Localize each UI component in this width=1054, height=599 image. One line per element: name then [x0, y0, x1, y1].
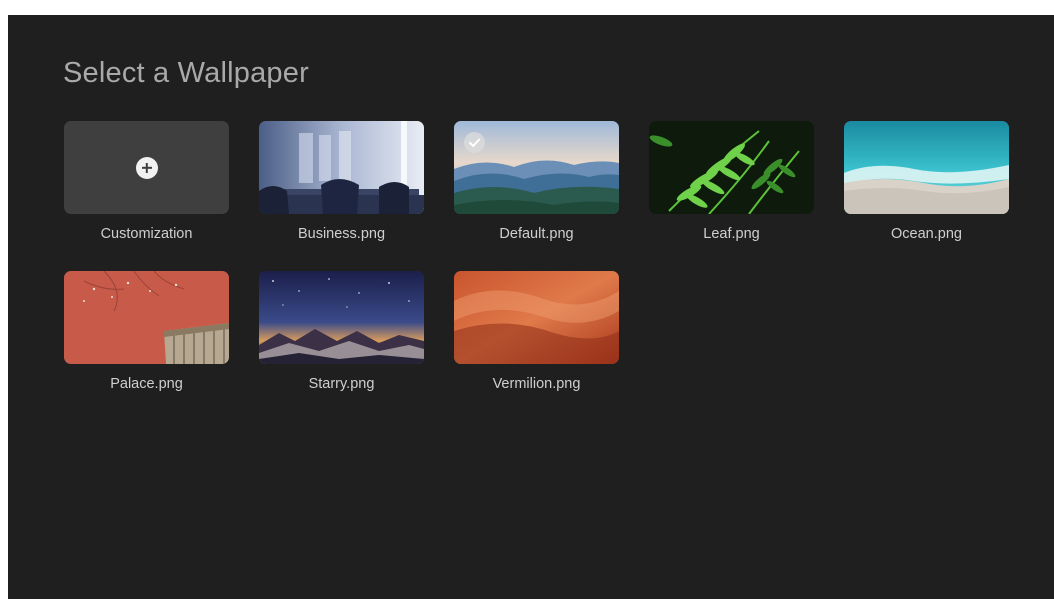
vermilion-image — [454, 271, 619, 364]
ocean-image — [844, 121, 1009, 214]
wallpaper-label: Default.png — [499, 226, 574, 242]
customization-thumbnail — [64, 121, 229, 214]
plus-icon — [136, 157, 158, 179]
palace-image — [64, 271, 229, 364]
business-image — [259, 121, 424, 214]
wallpaper-tile-palace[interactable]: Palace.png — [64, 271, 229, 411]
wallpaper-label: Palace.png — [110, 376, 183, 392]
wallpaper-label: Starry.png — [308, 376, 375, 392]
default-thumbnail — [454, 121, 619, 214]
wallpaper-tile-leaf[interactable]: Leaf.png — [649, 121, 814, 261]
wallpaper-screen: Select a Wallpaper Customization Busines… — [8, 15, 1054, 599]
wallpaper-tile-customization[interactable]: Customization — [64, 121, 229, 261]
wallpaper-label: Vermilion.png — [492, 376, 581, 392]
wallpaper-tile-starry[interactable]: Starry.png — [259, 271, 424, 411]
wallpaper-label: Ocean.png — [891, 226, 962, 242]
wallpaper-label: Business.png — [297, 226, 386, 242]
check-icon — [464, 132, 485, 153]
wallpaper-tile-business[interactable]: Business.png — [259, 121, 424, 261]
vermilion-thumbnail — [454, 271, 619, 364]
page-title: Select a Wallpaper — [63, 57, 309, 89]
business-thumbnail — [259, 121, 424, 214]
palace-thumbnail — [64, 271, 229, 364]
wallpaper-label: Leaf.png — [703, 226, 760, 242]
wallpaper-tile-vermilion[interactable]: Vermilion.png — [454, 271, 619, 411]
leaf-thumbnail — [649, 121, 814, 214]
leaf-image — [649, 121, 814, 214]
wallpaper-tile-default[interactable]: Default.png — [454, 121, 619, 261]
starry-image — [259, 271, 424, 364]
wallpaper-tile-ocean[interactable]: Ocean.png — [844, 121, 1009, 261]
wallpaper-label: Customization — [100, 226, 193, 242]
ocean-thumbnail — [844, 121, 1009, 214]
starry-thumbnail — [259, 271, 424, 364]
